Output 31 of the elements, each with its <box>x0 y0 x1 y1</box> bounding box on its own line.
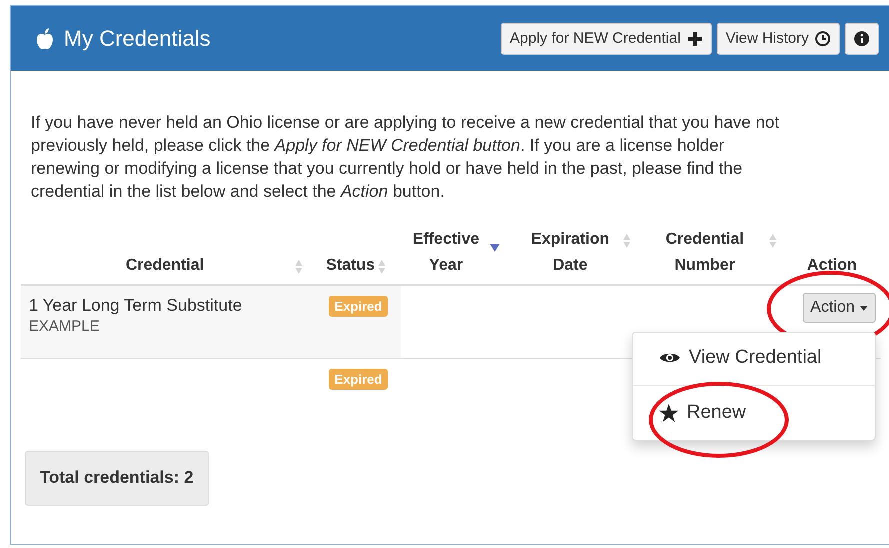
column-header[interactable]: Action <box>783 253 881 284</box>
column-header[interactable]: Effective Year <box>392 227 514 284</box>
status-badge: Expired <box>328 369 388 390</box>
info-icon <box>854 30 870 46</box>
clock-icon <box>815 30 831 46</box>
menu-item[interactable]: Renew <box>633 394 875 432</box>
info-button[interactable] <box>845 22 879 54</box>
action-dropdown-button[interactable]: Action <box>802 293 876 323</box>
apply-button[interactable]: Apply for NEW Credential <box>501 22 712 54</box>
apple-icon <box>36 28 54 50</box>
column-header[interactable]: Status <box>309 253 392 284</box>
sort-icon <box>769 233 778 249</box>
credential-name: 1 Year Long Term Substitute <box>28 296 244 316</box>
credential-subtitle: EXAMPLE <box>28 318 101 335</box>
star-icon <box>659 404 679 422</box>
plus-icon <box>686 30 703 46</box>
status-badge: Expired <box>328 296 388 317</box>
sort-icon <box>295 259 304 275</box>
panel-title: My Credentials <box>64 26 211 52</box>
column-header[interactable]: Credential Number <box>636 227 784 284</box>
eye-icon <box>659 351 681 365</box>
view-history-button[interactable]: View History <box>716 22 840 54</box>
sort-icon <box>378 259 386 275</box>
column-header[interactable]: Credential <box>21 253 310 284</box>
menu-item[interactable]: View Credential <box>633 339 875 377</box>
sort-descending-icon <box>490 244 500 252</box>
intro-paragraph: If you have never held an Ohio license or are applying to receive a new credential that you have not previously held, please click the Apply for NEW Credential button. If you are a license holder renewing or modifying a license that you currently hold or have held in the past, please find the credential in the list below and select the Action button. <box>31 112 780 203</box>
total-count: Total credentials: 2 <box>25 451 209 506</box>
caret-icon <box>860 306 868 310</box>
sort-icon <box>622 233 631 249</box>
column-header[interactable]: Expiration Date <box>514 227 637 284</box>
